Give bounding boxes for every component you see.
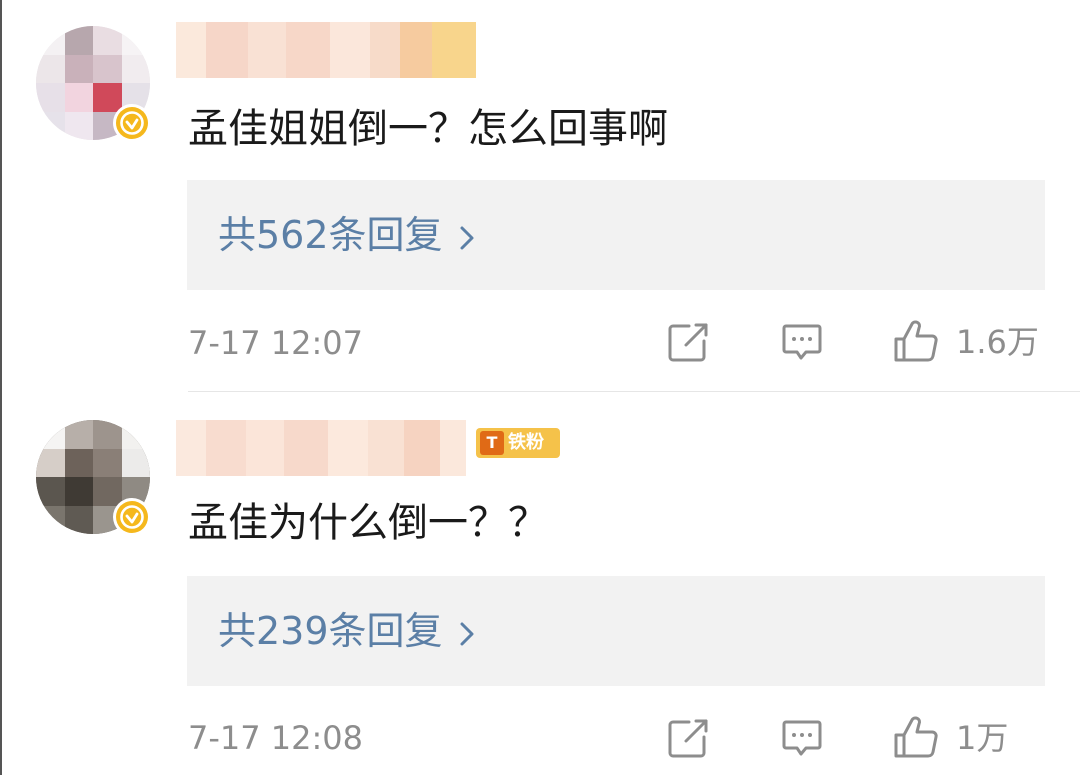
- fan-badge-label: 铁粉: [508, 432, 544, 453]
- thumbs-up-icon: [894, 716, 938, 758]
- thumbs-up-icon: [894, 320, 938, 362]
- fan-badge: T 铁粉: [476, 428, 560, 458]
- comment-item: T 铁粉 孟佳为什么倒一？？ 共239条回复 7-17 12:08 1万: [0, 392, 1080, 775]
- reply-button[interactable]: [780, 716, 824, 760]
- comment-icon: [782, 720, 822, 756]
- verified-check-icon: [120, 111, 144, 135]
- repost-button[interactable]: [666, 716, 710, 760]
- chevron-right-icon: [460, 622, 474, 645]
- verified-badge: [113, 104, 151, 142]
- repost-icon: [668, 719, 708, 758]
- like-button[interactable]: 1.6万: [892, 320, 1039, 364]
- comment-text: 孟佳姐姐倒一？怎么回事啊: [188, 106, 668, 152]
- like-button[interactable]: 1万: [892, 716, 1008, 760]
- reply-button[interactable]: [780, 320, 824, 364]
- username-blurred[interactable]: [176, 22, 476, 78]
- like-count: 1万: [956, 719, 1009, 757]
- view-replies-button[interactable]: 共239条回复: [187, 576, 1045, 686]
- repost-icon: [668, 323, 708, 362]
- fan-badge-icon: T: [480, 431, 504, 455]
- comment-list: 孟佳姐姐倒一？怎么回事啊 共562条回复 7-17 12:07 1.6万 T 铁…: [0, 0, 1080, 775]
- chevron-right-icon: [460, 226, 474, 249]
- repost-button[interactable]: [666, 320, 710, 364]
- comment-text: 孟佳为什么倒一？？: [188, 500, 548, 546]
- replies-count-link[interactable]: 共562条回复: [218, 208, 475, 262]
- replies-count-text: 共562条回复: [218, 213, 443, 257]
- verified-check-icon: [120, 505, 144, 529]
- comment-timestamp: 7-17 12:08: [188, 719, 364, 757]
- replies-count-text: 共239条回复: [218, 609, 443, 653]
- comment-item: 孟佳姐姐倒一？怎么回事啊 共562条回复 7-17 12:07 1.6万: [0, 0, 1080, 392]
- like-count: 1.6万: [956, 323, 1039, 361]
- verified-badge: [113, 498, 151, 536]
- replies-count-link[interactable]: 共239条回复: [218, 604, 475, 658]
- comment-timestamp: 7-17 12:07: [188, 324, 364, 362]
- username-blurred[interactable]: [176, 420, 466, 476]
- comment-icon: [782, 324, 822, 360]
- view-replies-button[interactable]: 共562条回复: [187, 180, 1045, 290]
